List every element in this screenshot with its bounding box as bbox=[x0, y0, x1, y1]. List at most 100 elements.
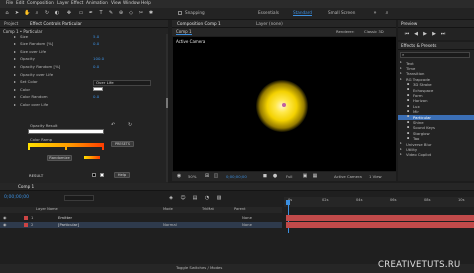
tab-layer[interactable]: Layer (none) bbox=[256, 21, 283, 26]
expand-twirl-icon[interactable]: ▸ bbox=[14, 80, 16, 84]
type-tool-icon[interactable]: T bbox=[98, 10, 104, 16]
always-preview-icon[interactable]: ◉ bbox=[176, 173, 182, 179]
pan-behind-tool-icon[interactable]: ✥ bbox=[66, 10, 72, 16]
color-swatch[interactable] bbox=[93, 87, 103, 92]
expand-twirl-icon[interactable]: ▸ bbox=[14, 87, 16, 92]
effect-prop-row[interactable]: ▸ Opacity Random [%] 0.0 bbox=[0, 64, 166, 69]
redo-icon[interactable]: ↻ bbox=[128, 123, 132, 128]
workspace-menu-icon[interactable]: » bbox=[372, 10, 378, 16]
shy-icon[interactable]: ☺ bbox=[180, 195, 186, 201]
comp-subtab[interactable]: Comp 1 bbox=[176, 30, 192, 35]
menu-help[interactable]: Help bbox=[141, 1, 151, 6]
menu-window[interactable]: Window bbox=[123, 1, 140, 6]
workspace-small-screen[interactable]: Small Screen bbox=[328, 10, 355, 15]
zoom-value[interactable]: 50% bbox=[188, 175, 196, 179]
hand-tool-icon[interactable]: ✋ bbox=[24, 10, 30, 16]
eraser-tool-icon[interactable]: ◇ bbox=[128, 10, 134, 16]
expand-twirl-icon[interactable]: ▸ bbox=[14, 72, 16, 77]
last-frame-icon[interactable]: ⏭ bbox=[440, 31, 446, 37]
frame-blend-icon[interactable]: ▤ bbox=[192, 195, 198, 201]
effect-item[interactable]: ▪ Starglow bbox=[398, 131, 474, 136]
motion-blur-icon[interactable]: ◔ bbox=[204, 195, 210, 201]
effect-prop-row[interactable]: ▸ Opacity 100.0 bbox=[0, 57, 166, 62]
effect-item[interactable]: ▪ Sound Keys bbox=[398, 126, 474, 131]
expand-twirl-icon[interactable]: ▸ bbox=[14, 64, 16, 69]
resolution-value[interactable]: Full bbox=[286, 175, 293, 179]
visibility-icon[interactable]: ◉ bbox=[3, 215, 7, 220]
next-frame-icon[interactable]: ▶ bbox=[431, 31, 437, 37]
grid-icon[interactable]: ⊞ bbox=[204, 173, 210, 179]
label-color-icon[interactable] bbox=[24, 223, 28, 227]
expand-twirl-icon[interactable]: ▸ bbox=[14, 49, 16, 54]
color-icon[interactable]: ● bbox=[272, 173, 278, 179]
randomize-button[interactable]: Randomize bbox=[47, 155, 72, 161]
mask-icon[interactable]: ◫ bbox=[213, 173, 219, 179]
effect-item[interactable]: ▪ Form bbox=[398, 93, 474, 98]
effects-search-input[interactable] bbox=[400, 52, 470, 58]
tab-composition[interactable]: Composition Comp 1 bbox=[177, 21, 221, 26]
home-icon[interactable]: ⌂ bbox=[4, 10, 10, 16]
layer-parent-select[interactable]: None bbox=[242, 216, 252, 220]
tab-effects-presets[interactable]: Effects & Presets bbox=[401, 43, 436, 48]
effect-category-rg-trapcode[interactable]: ▸ RG Trapcode bbox=[398, 77, 474, 82]
menu-file[interactable]: File bbox=[6, 1, 13, 6]
snapping-checkbox[interactable] bbox=[178, 11, 182, 15]
draft-3d-icon[interactable]: ◈ bbox=[168, 195, 174, 201]
effect-item[interactable]: ▪ Mir bbox=[398, 109, 474, 115]
menu-view[interactable]: View bbox=[111, 1, 121, 6]
effect-prop-row[interactable]: ▸ Size Random [%] 0.0 bbox=[0, 42, 166, 47]
label-color-icon[interactable] bbox=[24, 216, 28, 220]
prev-frame-icon[interactable]: ◀ bbox=[413, 31, 419, 37]
search-help-icon[interactable]: ⌕ bbox=[384, 10, 390, 16]
effect-item[interactable]: ▪ Horizon bbox=[398, 99, 474, 104]
menu-effect[interactable]: Effect bbox=[71, 1, 83, 6]
workspace-essentials[interactable]: Essentials bbox=[258, 10, 279, 15]
effect-prop-value[interactable]: 100.0 bbox=[93, 57, 104, 61]
ramp-stop-icon[interactable] bbox=[65, 147, 67, 150]
effect-item[interactable]: ▪ Particular bbox=[398, 115, 474, 120]
first-frame-icon[interactable]: ⏮ bbox=[404, 31, 410, 37]
effect-scrollbar-track[interactable] bbox=[166, 34, 168, 182]
workspace-standard[interactable]: Standard bbox=[293, 10, 313, 17]
transparency-icon[interactable]: ▦ bbox=[312, 173, 318, 179]
effect-prop-value[interactable]: 0.0 bbox=[93, 64, 99, 69]
expand-twirl-icon[interactable]: ▸ bbox=[14, 57, 16, 61]
col-layer-name[interactable]: Layer Name bbox=[36, 207, 58, 212]
region-icon[interactable]: ▣ bbox=[302, 173, 308, 179]
effect-prop-row[interactable]: ▸ Color Random 0.0 bbox=[0, 95, 166, 100]
swatch-black[interactable] bbox=[92, 173, 96, 177]
effect-item[interactable]: ▪ Lux bbox=[398, 104, 474, 109]
effect-item[interactable]: ▪ Shine bbox=[398, 120, 474, 125]
viewer-timecode[interactable]: 0;00;00;00 bbox=[226, 175, 247, 179]
snapshot-icon[interactable]: ◼ bbox=[262, 173, 268, 179]
pen-tool-icon[interactable]: ✒ bbox=[88, 10, 94, 16]
col-trkmat[interactable]: TrkMat bbox=[202, 207, 214, 212]
selection-tool-icon[interactable]: ➤ bbox=[14, 10, 20, 16]
layer-parent-select[interactable]: None bbox=[242, 223, 252, 227]
emitter-center-icon[interactable] bbox=[282, 103, 286, 107]
tab-preview[interactable]: Preview bbox=[401, 21, 417, 26]
col-parent[interactable]: Parent bbox=[234, 207, 246, 212]
puppet-tool-icon[interactable]: ✱ bbox=[148, 10, 154, 16]
col-mode[interactable]: Mode bbox=[163, 207, 173, 212]
zoom-tool-icon[interactable]: ⌕ bbox=[34, 10, 40, 16]
opacity-result-bar[interactable] bbox=[28, 129, 104, 134]
effect-prop-value[interactable]: 0.0 bbox=[93, 42, 99, 46]
menu-animation[interactable]: Animation bbox=[86, 1, 108, 6]
roto-tool-icon[interactable]: ✂ bbox=[138, 10, 144, 16]
time-ruler[interactable] bbox=[284, 197, 474, 207]
view-select[interactable]: Active Camera bbox=[334, 175, 362, 179]
expand-twirl-icon[interactable]: ▸ bbox=[14, 102, 16, 107]
set-color-select[interactable]: Over Life bbox=[93, 80, 151, 86]
toggle-switches-modes[interactable]: Toggle Switches / Modes bbox=[176, 266, 222, 270]
expand-twirl-icon[interactable]: ▸ bbox=[14, 95, 16, 99]
expand-twirl-icon[interactable]: ▸ bbox=[14, 34, 16, 39]
timeline-layer-row[interactable]: ◉ 2 [Particular] Normal None bbox=[0, 222, 282, 228]
views-select[interactable]: 1 View bbox=[369, 175, 382, 179]
effect-prop-row[interactable]: ▸ Opacity over Life bbox=[0, 72, 166, 77]
tab-effect-controls[interactable]: Effect Controls Particular bbox=[30, 21, 82, 26]
play-icon[interactable]: ▶ bbox=[422, 31, 428, 37]
effect-item[interactable]: ▪ 3D Stroke bbox=[398, 82, 474, 88]
timeline-search-input[interactable] bbox=[64, 195, 94, 201]
effect-prop-row[interactable]: ▸ Color over Life bbox=[0, 102, 166, 107]
